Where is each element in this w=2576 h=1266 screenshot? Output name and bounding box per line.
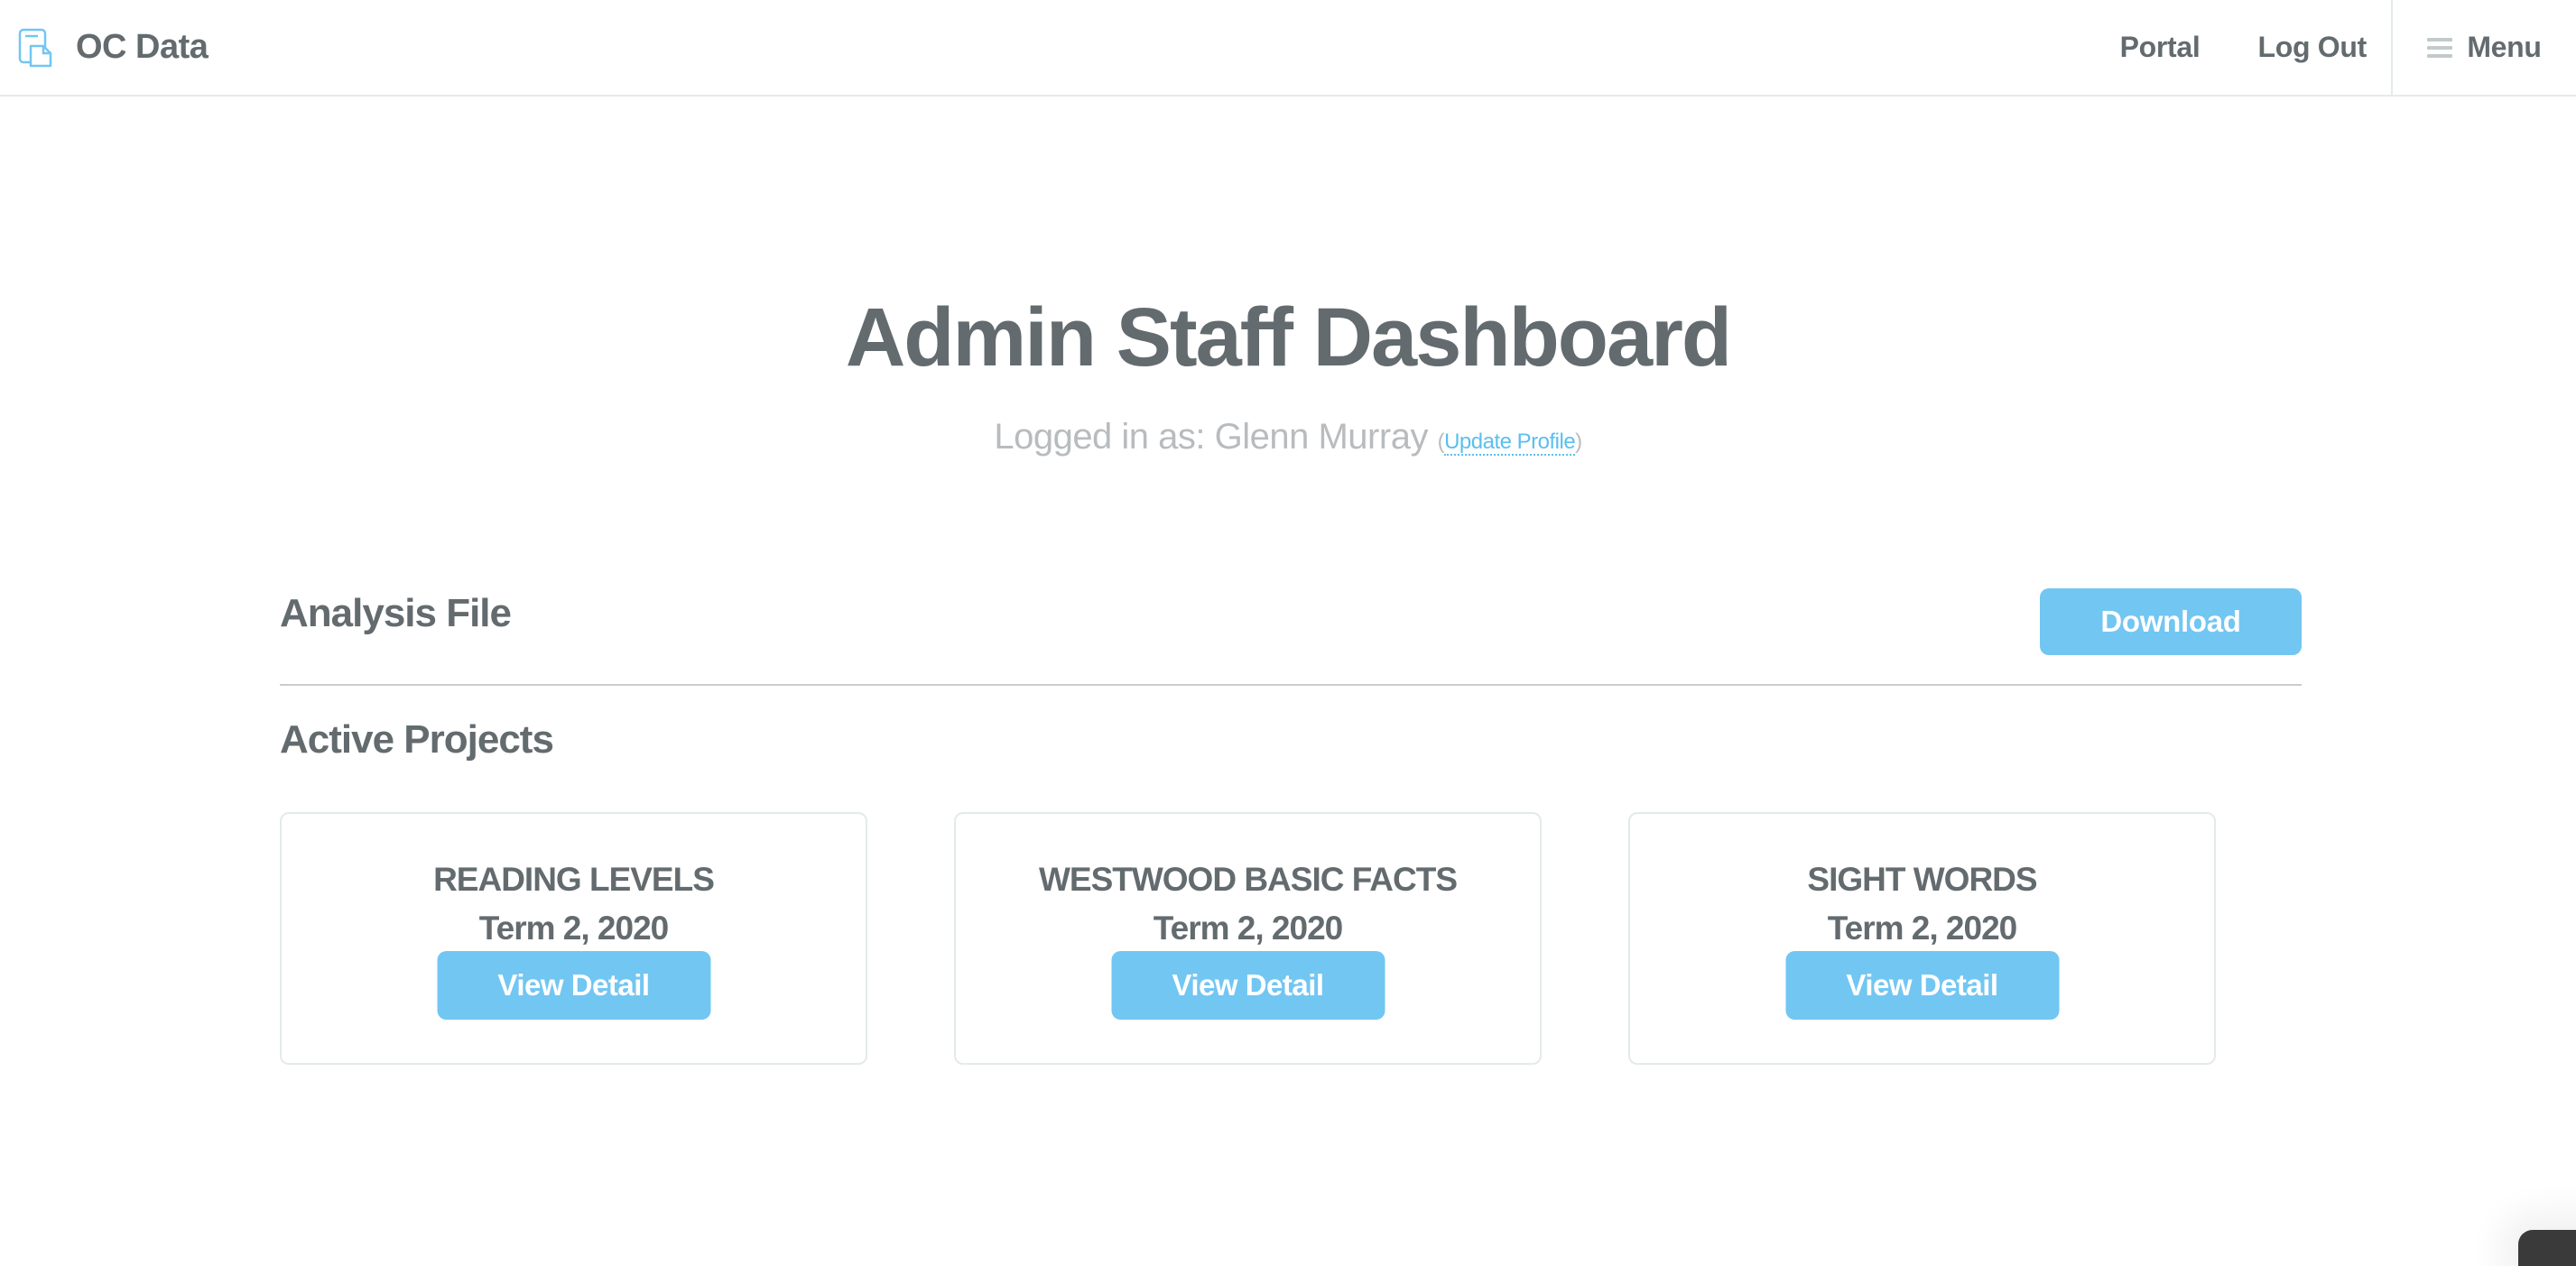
view-detail-button[interactable]: View Detail <box>1111 951 1385 1020</box>
brand-home-link[interactable]: OC Data <box>16 0 208 95</box>
view-detail-button[interactable]: View Detail <box>437 951 710 1020</box>
brand-name: OC Data <box>76 28 208 66</box>
project-term: Term 2, 2020 <box>478 910 669 947</box>
project-card-westwood-basic-facts: WESTWOOD BASIC FACTS Term 2, 2020 View D… <box>954 812 1542 1065</box>
page-title: Admin Staff Dashboard <box>845 291 1732 383</box>
chat-widget[interactable] <box>2518 1230 2576 1266</box>
logged-in-user: Logged in as: Glenn Murray <box>994 417 1428 457</box>
top-navbar: OC Data Portal Log Out Menu <box>0 0 2576 97</box>
nav-link-portal[interactable]: Portal <box>2120 31 2201 64</box>
project-title: WESTWOOD BASIC FACTS <box>1038 861 1458 898</box>
view-detail-button[interactable]: View Detail <box>1785 951 2059 1020</box>
open-paren: ( <box>1437 430 1445 454</box>
analysis-file-heading: Analysis File <box>280 591 512 635</box>
project-card-sight-words: SIGHT WORDS Term 2, 2020 View Detail <box>1628 812 2216 1065</box>
project-title: SIGHT WORDS <box>1807 861 2037 898</box>
active-projects-heading: Active Projects <box>280 717 554 762</box>
menu-button[interactable]: Menu <box>2393 0 2576 95</box>
logged-in-status: Logged in as: Glenn Murray (Update Profi… <box>0 417 2576 457</box>
project-term: Term 2, 2020 <box>1153 910 1343 947</box>
files-icon <box>18 28 52 67</box>
download-button[interactable]: Download <box>2040 588 2302 655</box>
hamburger-icon <box>2427 37 2453 58</box>
menu-label: Menu <box>2467 31 2542 63</box>
nav-links: Portal Log Out <box>2062 0 2368 95</box>
project-card-reading-levels: READING LEVELS Term 2, 2020 View Detail <box>280 812 867 1065</box>
project-term: Term 2, 2020 <box>1827 910 2017 947</box>
update-profile-link[interactable]: Update Profile <box>1444 430 1576 456</box>
section-divider <box>280 684 2302 686</box>
nav-link-log-out[interactable]: Log Out <box>2257 31 2367 64</box>
project-title: READING LEVELS <box>433 861 715 898</box>
close-paren: ) <box>1575 430 1582 454</box>
